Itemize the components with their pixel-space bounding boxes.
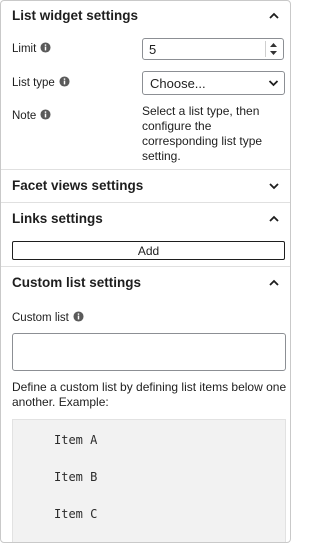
chevron-up-icon[interactable] xyxy=(268,277,280,289)
limit-label: Limit xyxy=(12,42,51,55)
custom-list-help-text: Define a custom list by defining list it… xyxy=(12,380,287,409)
chevron-up-icon[interactable] xyxy=(268,213,280,225)
divider xyxy=(1,169,290,170)
custom-list-settings-title: Custom list settings xyxy=(12,275,142,290)
info-icon[interactable] xyxy=(73,311,84,322)
info-icon[interactable] xyxy=(40,42,51,53)
limit-label-text: Limit xyxy=(12,43,37,55)
decrement-icon[interactable] xyxy=(267,49,280,57)
links-settings-title: Links settings xyxy=(12,211,103,226)
divider xyxy=(1,266,290,267)
custom-list-example: Item A Item B Item C xyxy=(12,419,286,542)
limit-value: 5 xyxy=(149,42,157,57)
note-label: Note xyxy=(12,109,51,122)
increment-icon[interactable] xyxy=(267,41,280,49)
example-item: Item C xyxy=(54,507,98,521)
custom-list-settings-header[interactable]: Custom list settings xyxy=(1,268,290,300)
limit-stepper[interactable] xyxy=(265,41,280,57)
custom-list-label-text: Custom list xyxy=(12,312,69,324)
note-label-text: Note xyxy=(12,110,37,122)
note-text: Select a list type, then configure the c… xyxy=(142,104,263,163)
list-type-selected: Choose... xyxy=(150,76,206,91)
chevron-up-icon[interactable] xyxy=(268,10,280,22)
custom-list-label: Custom list xyxy=(12,311,84,324)
facet-views-settings-header[interactable]: Facet views settings xyxy=(1,171,290,203)
custom-list-input[interactable] xyxy=(12,333,286,371)
info-icon[interactable] xyxy=(59,76,70,87)
list-type-label-text: List type xyxy=(12,77,55,89)
facet-views-settings-title: Facet views settings xyxy=(12,178,144,193)
settings-panel: List widget settings Limit 5 List type C… xyxy=(0,0,291,543)
add-link-button[interactable]: Add xyxy=(12,241,285,260)
links-settings-header[interactable]: Links settings xyxy=(1,204,290,236)
chevron-down-icon[interactable] xyxy=(268,180,280,192)
select-arrow-icon[interactable] xyxy=(268,79,279,87)
limit-number-input[interactable]: 5 xyxy=(142,38,284,60)
info-icon[interactable] xyxy=(40,109,51,120)
divider xyxy=(1,202,290,203)
list-type-select[interactable]: Choose... xyxy=(142,71,285,95)
list-type-label: List type xyxy=(12,76,70,89)
example-item: Item B xyxy=(54,470,98,484)
list-widget-settings-header[interactable]: List widget settings xyxy=(1,1,290,33)
example-item: Item A xyxy=(54,433,98,447)
list-widget-settings-title: List widget settings xyxy=(12,8,139,23)
